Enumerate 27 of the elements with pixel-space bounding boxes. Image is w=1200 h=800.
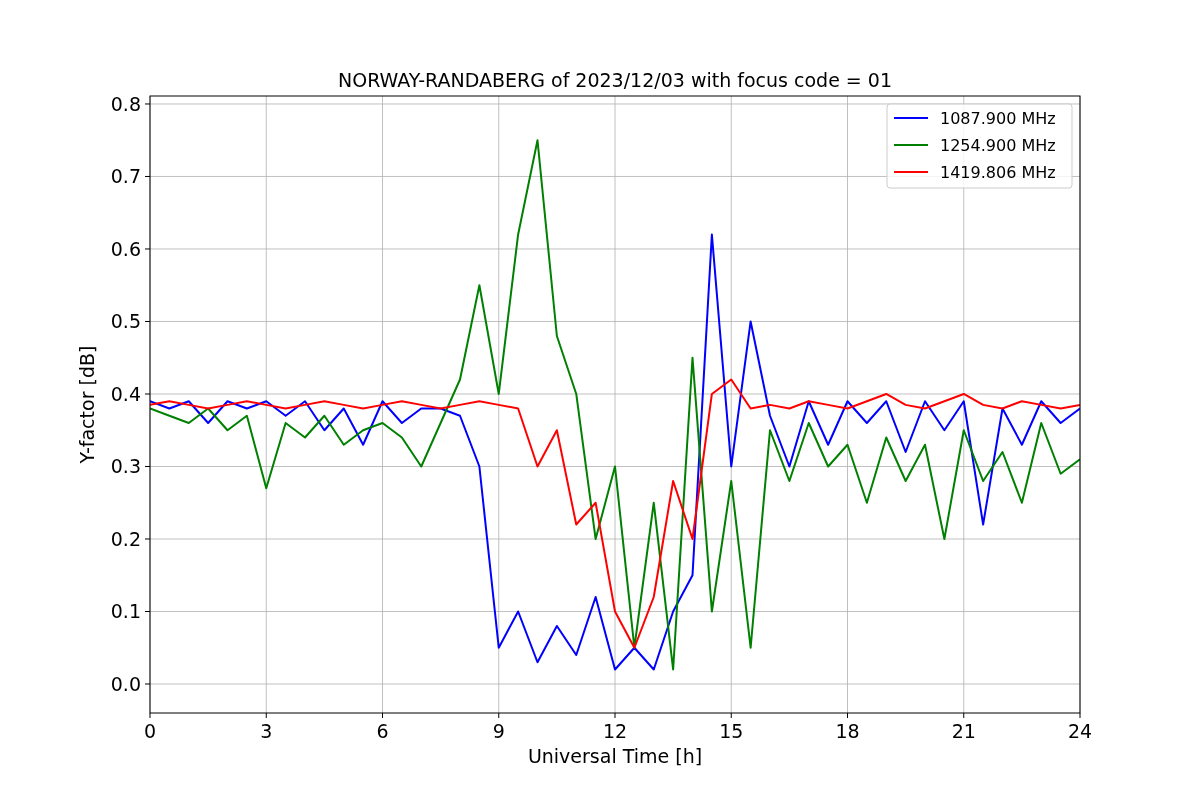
legend-line (893, 117, 929, 119)
x-tick-label: 15 (719, 720, 744, 742)
y-tick-label: 0.8 (110, 93, 141, 115)
x-axis-label: Universal Time [h] (527, 745, 703, 767)
y-tick-label: 0.4 (110, 383, 141, 405)
x-tick-label: 3 (260, 720, 273, 742)
y-axis-label: Y-factor [dB] (76, 345, 98, 464)
x-tick-label: 9 (492, 720, 505, 742)
chart-title: NORWAY-RANDABERG of 2023/12/03 with focus code = 01 (338, 69, 892, 91)
y-tick-label: 0.3 (110, 455, 141, 478)
y-tick-label: 0.7 (110, 165, 141, 188)
legend-label: 1254.900 MHz (940, 136, 1056, 155)
x-tick-label: 0 (143, 720, 157, 742)
legend-line (893, 144, 929, 146)
y-tick-label: 0.2 (110, 528, 141, 550)
x-tick-label: 12 (602, 720, 628, 742)
x-tick-label: 18 (835, 720, 860, 742)
y-tick-label: 0.5 (110, 310, 141, 333)
x-tick-label: 6 (376, 720, 389, 742)
y-tick-label: 0.0 (110, 673, 141, 695)
legend-label: 1419.806 MHz (940, 163, 1056, 182)
y-tick-label: 0.1 (110, 600, 141, 623)
x-tick-label: 24 (1067, 720, 1093, 742)
legend-label: 1087.900 MHz (940, 109, 1056, 128)
y-tick-label: 0.6 (110, 238, 141, 260)
x-tick-label: 21 (951, 720, 976, 742)
legend-line (893, 171, 929, 173)
